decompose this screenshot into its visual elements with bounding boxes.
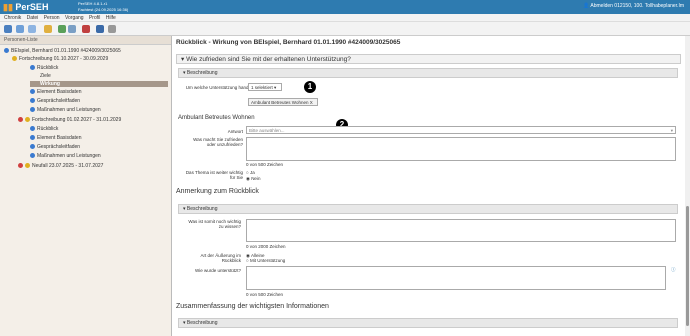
version-info: PerSEH 4.8.1-r1 Fachtest (24.09.2025 16:3… bbox=[78, 1, 129, 12]
section-beschreibung-1[interactable]: ▾ Beschreibung bbox=[178, 68, 678, 78]
satisfied-label: Was macht Sie zufrieden oder unzufrieden… bbox=[193, 137, 243, 147]
scrollbar-thumb[interactable] bbox=[686, 206, 689, 326]
supported-label: Wie wurde unterstützt? bbox=[194, 268, 241, 273]
scrollbar[interactable] bbox=[685, 36, 690, 336]
person-list-panel: Personen-Liste BEIspiel, Bernhard 01.01.… bbox=[0, 36, 172, 336]
radio-ja[interactable]: ○ Ja bbox=[246, 170, 255, 175]
supported-textarea[interactable] bbox=[246, 266, 666, 290]
chip-remove-icon[interactable]: X bbox=[310, 100, 313, 105]
page-title: Rückblick - Wirkung von BEIspiel, Bernha… bbox=[176, 39, 401, 46]
tree-item-element-basisdaten[interactable]: Element Basisdaten bbox=[30, 89, 81, 95]
topic-label: Das Thema ist weiter wichtig für Sie bbox=[185, 170, 243, 180]
toolbar bbox=[0, 22, 690, 36]
print-icon[interactable] bbox=[82, 25, 90, 33]
section-beschreibung-2[interactable]: ▾ Beschreibung bbox=[178, 204, 678, 214]
tree-item-gespraechsleitfaden-2[interactable]: Gesprächsleitfaden bbox=[30, 144, 80, 150]
app-logo: ▮▮ PerSEH bbox=[3, 2, 49, 12]
support-select[interactable]: 1 selektiert ▾ bbox=[248, 83, 282, 91]
tree-item-fortschreibung-2029[interactable]: Fortschreibung 01.02.2027 - 31.01.2029 bbox=[18, 117, 121, 123]
tree-item-rueckblick[interactable]: Rückblick bbox=[30, 65, 58, 71]
menu-chronik[interactable]: Chronik bbox=[4, 14, 21, 22]
tree-item-ziele[interactable]: Ziele bbox=[40, 73, 51, 79]
radio-nein[interactable]: ◉ Nein bbox=[246, 176, 260, 182]
home-icon[interactable] bbox=[4, 25, 12, 33]
tree-item-fortschreibung-2027[interactable]: Fortschreibung 01.10.2027 - 30.09.2029 bbox=[12, 56, 108, 62]
tree-item-wirkung[interactable]: Wirkung bbox=[30, 81, 168, 87]
kind-label: Art der Äußerung im Rückblick bbox=[200, 253, 241, 263]
tree-item-element-basisdaten-2[interactable]: Element Basisdaten bbox=[30, 135, 81, 141]
counter-3: 0 von 500 Zeichen bbox=[246, 292, 284, 297]
counter-1: 0 von 500 Zeichen bbox=[246, 162, 284, 167]
answer-label: Antwort bbox=[227, 129, 243, 134]
save-icon[interactable] bbox=[16, 25, 24, 33]
menu-person[interactable]: Person bbox=[44, 14, 60, 22]
refresh-icon[interactable] bbox=[28, 25, 36, 33]
tree-item-gespraechsleitfaden[interactable]: Gesprächsleitfaden bbox=[30, 98, 80, 104]
add-icon[interactable] bbox=[58, 25, 66, 33]
menu-datei[interactable]: Datei bbox=[27, 14, 39, 22]
annotation-marker-1: 1 bbox=[304, 81, 316, 93]
support-chip[interactable]: Ambulant Betreutes Wohnen X bbox=[248, 98, 318, 106]
important-textarea[interactable] bbox=[246, 219, 676, 242]
person-list-title: Personen-Liste bbox=[0, 36, 171, 45]
satisfied-textarea[interactable] bbox=[246, 137, 676, 161]
user-search-icon[interactable] bbox=[44, 25, 52, 33]
tree-item-person[interactable]: BEIspiel, Bernhard 01.01.1990 #424009/30… bbox=[4, 48, 121, 54]
menu-hilfe[interactable]: Hilfe bbox=[106, 14, 116, 22]
chevron-down-icon: ▾ bbox=[670, 128, 673, 133]
tree-item-neufall[interactable]: Neufall 23.07.2025 - 31.07.2027 bbox=[18, 163, 103, 169]
menu-bar: Chronik Datei Person Vorgang Profil Hilf… bbox=[0, 14, 690, 22]
tree-item-rueckblick-2[interactable]: Rückblick bbox=[30, 126, 58, 132]
section-beschreibung-3[interactable]: ▾ Beschreibung bbox=[178, 318, 678, 328]
counter-2: 0 von 2000 Zeichen bbox=[246, 244, 286, 249]
user-info[interactable]: 👤 Abmelden 012150, 100. Tollhabeplaner.I… bbox=[583, 3, 684, 9]
important-label: Was ist somit noch wichtig zu wissen? bbox=[188, 219, 241, 229]
help-icon[interactable] bbox=[108, 25, 116, 33]
menu-profil[interactable]: Profil bbox=[89, 14, 100, 22]
main-content: Rückblick - Wirkung von BEIspiel, Bernha… bbox=[173, 36, 685, 336]
settings-icon[interactable] bbox=[96, 25, 104, 33]
summary-heading: Zusammenfassung der wichtigsten Informat… bbox=[176, 303, 329, 310]
dropdown-icon[interactable] bbox=[68, 25, 76, 33]
radio-mit[interactable]: ○ Mit Unterstützung bbox=[246, 258, 285, 263]
annotation-heading: Anmerkung zum Rückblick bbox=[176, 188, 259, 195]
title-bar: ▮▮ PerSEH PerSEH 4.8.1-r1 Fachtest (24.09… bbox=[0, 0, 690, 14]
menu-vorgang[interactable]: Vorgang bbox=[65, 14, 84, 22]
answer-select[interactable]: Bitte auswählen... ▾ bbox=[246, 126, 676, 134]
info-icon[interactable]: ⓘ bbox=[671, 267, 676, 273]
subsection-title: Ambulant Betreutes Wohnen bbox=[178, 115, 255, 121]
tree-item-massnahmen-2[interactable]: Maßnahmen und Leistungen bbox=[30, 153, 101, 159]
tree-item-massnahmen[interactable]: Maßnahmen und Leistungen bbox=[30, 107, 101, 113]
question-header[interactable]: ▾ Wie zufrieden sind Sie mit der erhalte… bbox=[176, 54, 681, 64]
